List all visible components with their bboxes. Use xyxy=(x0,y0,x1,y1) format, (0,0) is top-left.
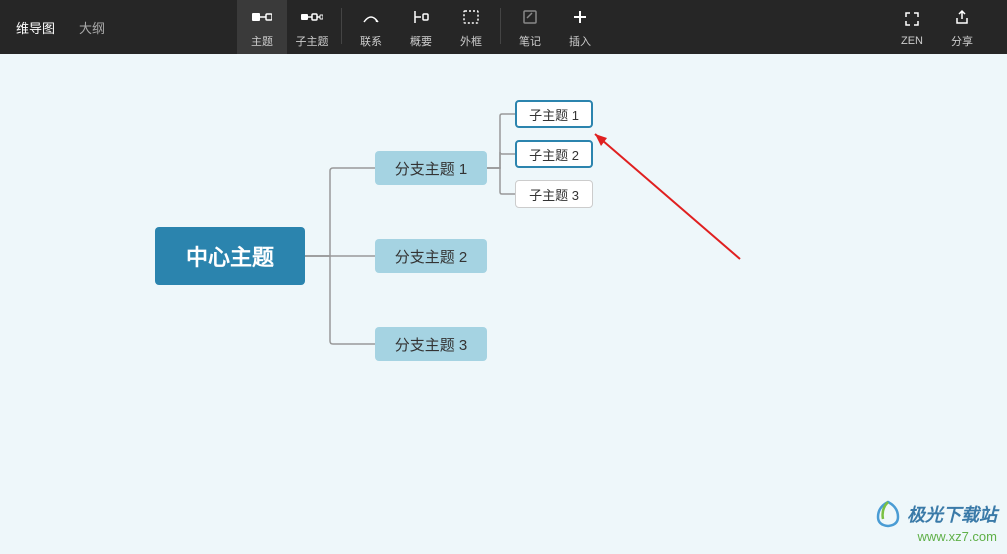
notes-icon xyxy=(522,5,538,29)
subtopic-button[interactable]: 子主题 xyxy=(287,0,337,54)
zen-icon xyxy=(904,7,920,31)
relation-label: 联系 xyxy=(360,33,382,49)
branch-node-3[interactable]: 分支主题 3 xyxy=(375,327,487,361)
watermark: 极光下载站 www.xz7.com xyxy=(873,499,997,544)
sub-node-3[interactable]: 子主题 3 xyxy=(515,180,593,208)
relation-icon xyxy=(362,5,380,29)
notes-button[interactable]: 笔记 xyxy=(505,0,555,54)
notes-label: 笔记 xyxy=(519,33,541,49)
tool-group-main: 主题 子主题 联系 概要 外框 xyxy=(237,0,605,54)
summary-button[interactable]: 概要 xyxy=(396,0,446,54)
summary-label: 概要 xyxy=(410,33,432,49)
tab-group: 维导图 大纲 xyxy=(0,0,117,54)
zen-label: ZEN xyxy=(901,35,923,47)
tab-mindmap[interactable]: 维导图 xyxy=(4,18,67,37)
separator xyxy=(500,8,501,44)
top-toolbar: 维导图 大纲 主题 子主题 联系 概要 xyxy=(0,0,1007,54)
topic-label: 主题 xyxy=(251,33,273,49)
branch-node-2[interactable]: 分支主题 2 xyxy=(375,239,487,273)
tab-outline[interactable]: 大纲 xyxy=(67,18,117,37)
topic-button[interactable]: 主题 xyxy=(237,0,287,54)
insert-button[interactable]: 插入 xyxy=(555,0,605,54)
insert-label: 插入 xyxy=(569,33,591,49)
share-label: 分享 xyxy=(951,33,973,49)
summary-icon xyxy=(413,5,429,29)
tool-group-right: ZEN 分享 xyxy=(887,0,987,54)
topic-icon xyxy=(252,5,272,29)
insert-icon xyxy=(572,5,588,29)
boundary-icon xyxy=(463,5,479,29)
subtopic-icon xyxy=(301,5,323,29)
share-button[interactable]: 分享 xyxy=(937,0,987,54)
boundary-button[interactable]: 外框 xyxy=(446,0,496,54)
branch-node-1[interactable]: 分支主题 1 xyxy=(375,151,487,185)
share-icon xyxy=(954,5,970,29)
watermark-site-name: 极光下载站 xyxy=(907,501,997,527)
subtopic-label: 子主题 xyxy=(296,33,329,49)
sub-node-2[interactable]: 子主题 2 xyxy=(515,140,593,168)
central-topic-node[interactable]: 中心主题 xyxy=(155,227,305,285)
boundary-label: 外框 xyxy=(460,33,482,49)
annotation-arrow xyxy=(585,124,745,264)
sub-node-1[interactable]: 子主题 1 xyxy=(515,100,593,128)
watermark-logo-icon xyxy=(873,499,903,529)
watermark-url: www.xz7.com xyxy=(873,529,997,544)
relation-button[interactable]: 联系 xyxy=(346,0,396,54)
zen-button[interactable]: ZEN xyxy=(887,0,937,54)
separator xyxy=(341,8,342,44)
mindmap-canvas[interactable]: 中心主题 分支主题 1 分支主题 2 分支主题 3 子主题 1 子主题 2 子主… xyxy=(0,54,1007,554)
